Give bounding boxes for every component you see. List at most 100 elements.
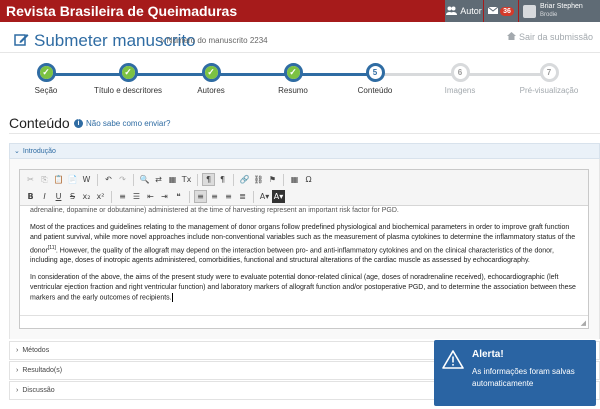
outdent-icon[interactable]: ⇤ [144, 190, 157, 203]
section-title: Conteúdo [9, 115, 70, 131]
accordion-introducao-label: Introdução [22, 147, 56, 155]
user-info: Briar Stephen Brodie [540, 3, 583, 19]
paste-word-icon[interactable]: W [80, 173, 93, 186]
numbered-list-icon[interactable]: ≡ [116, 190, 129, 203]
toolbar-separator [233, 173, 234, 186]
superscript-icon[interactable]: x² [94, 190, 107, 203]
alert-title: Alerta! [472, 349, 504, 360]
redo-icon[interactable]: ↷ [116, 173, 129, 186]
italic-icon[interactable]: I [38, 190, 51, 203]
rich-text-editor: ✂ ⎘ 📋 📄 W ↶ ↷ 🔍 ⇄ ▦ Tx ¶ ¶ 🔗 ⛓ ⚑ ▦ Ω B I U Sx₂ x² ≡ ☰ ⇤ ⇥ ❝ ≡ ≡ ≡ ≣ A▾ A… [19, 169, 589, 329]
user-menu[interactable]: Briar Stephen Brodie [519, 0, 600, 22]
user-subtitle: Brodie [540, 12, 558, 18]
check-icon: ✓ [39, 66, 53, 79]
avatar [523, 4, 536, 18]
chevron-down-icon: ⌄ [14, 148, 20, 155]
step-3[interactable]: ✓ Autores [171, 63, 251, 95]
manuscript-number: » Número do manuscrito 2234 [160, 36, 268, 45]
anchor-icon[interactable]: ⚑ [266, 173, 279, 186]
step-4[interactable]: ✓ Resumo [253, 63, 333, 95]
editor-content[interactable]: adrenaline, dopamine or dobutamine) admi… [30, 206, 578, 314]
subscript-icon[interactable]: x₂ [80, 190, 93, 203]
step-complete-icon: ✓ [283, 63, 303, 82]
messages-button[interactable]: 36 [484, 0, 518, 22]
unlink-icon[interactable]: ⛓ [252, 173, 265, 186]
step-label: Pré-visualização [519, 86, 579, 95]
rtl-icon[interactable]: ¶ [216, 173, 229, 186]
replace-icon[interactable]: ⇄ [152, 173, 165, 186]
step-label: Imagens [444, 86, 476, 95]
find-icon[interactable]: 🔍 [138, 173, 151, 186]
link-icon[interactable]: 🔗 [238, 173, 251, 186]
edit-icon [14, 31, 29, 51]
undo-icon[interactable]: ↶ [102, 173, 115, 186]
paste-icon[interactable]: 📋 [52, 173, 65, 186]
strike-icon[interactable]: S [66, 190, 79, 203]
check-icon: ✓ [204, 66, 218, 79]
accordion-introducao[interactable]: ⌄ Introdução [9, 143, 600, 159]
bg-color-icon[interactable]: A▾ [272, 190, 285, 203]
chevron-right-icon: › [16, 387, 19, 394]
check-icon: ✓ [286, 66, 300, 79]
envelope-icon [487, 6, 499, 16]
cut-icon[interactable]: ✂ [24, 173, 37, 186]
omega-icon[interactable]: Ω [302, 173, 315, 186]
step-complete-icon: ✓ [36, 63, 56, 82]
indent-icon[interactable]: ⇥ [158, 190, 171, 203]
home-icon [507, 32, 516, 42]
step-7: 7 Pré-visualização [509, 63, 589, 95]
paragraph-2: In consideration of the above, the aims … [30, 274, 576, 303]
table-icon[interactable]: ▦ [288, 173, 301, 186]
remove-format-icon[interactable]: Tx [180, 173, 193, 186]
step-label: Título e descritores [93, 86, 163, 95]
brand-title[interactable]: Revista Brasileira de Queimaduras [6, 3, 237, 19]
step-complete-icon: ✓ [118, 63, 138, 82]
accordion-item-label: Métodos [22, 347, 50, 354]
step-complete-icon: ✓ [201, 63, 221, 82]
paste-text-icon[interactable]: 📄 [66, 173, 79, 186]
align-left-icon[interactable]: ≡ [194, 190, 207, 203]
chevron-right-icon: › [16, 347, 19, 354]
step-label: Conteúdo [357, 86, 393, 95]
ltr-icon[interactable]: ¶ [202, 173, 215, 186]
paragraph-1: Most of the practices and guidelines rel… [30, 224, 576, 265]
bold-icon[interactable]: B [24, 190, 37, 203]
toolbar-separator [253, 190, 254, 203]
toolbar-separator [197, 173, 198, 186]
align-right-icon[interactable]: ≡ [222, 190, 235, 203]
underline-icon[interactable]: U [52, 190, 65, 203]
select-all-icon[interactable]: ▦ [166, 173, 179, 186]
toolbar-separator [111, 190, 112, 203]
author-label: Autor [460, 6, 482, 16]
step-2[interactable]: ✓ Título e descritores [88, 63, 168, 95]
exit-submission-link[interactable]: Sair da submissão [507, 32, 593, 42]
users-icon [446, 6, 458, 17]
align-center-icon[interactable]: ≡ [208, 190, 221, 203]
toolbar-row-1: ✂ ⎘ 📋 📄 W ↶ ↷ 🔍 ⇄ ▦ Tx ¶ ¶ 🔗 ⛓ ⚑ ▦ Ω [24, 173, 315, 186]
text-color-icon[interactable]: A▾ [258, 190, 271, 203]
author-button[interactable]: Autor [445, 0, 483, 22]
info-icon: i [74, 119, 83, 128]
step-number: 6 [450, 63, 470, 82]
divider [9, 133, 600, 134]
message-count-badge: 36 [500, 6, 514, 16]
top-navbar: Revista Brasileira de Queimaduras Autor … [0, 0, 600, 22]
align-justify-icon[interactable]: ≣ [236, 190, 249, 203]
resize-handle-icon[interactable]: ◢ [581, 319, 586, 327]
check-icon: ✓ [121, 66, 135, 79]
alert-message: As informações foram salvas automaticame… [472, 367, 575, 388]
warning-icon [442, 350, 464, 374]
copy-icon[interactable]: ⎘ [38, 173, 51, 186]
blockquote-icon[interactable]: ❝ [172, 190, 185, 203]
bullet-list-icon[interactable]: ☰ [130, 190, 143, 203]
help-link[interactable]: i Não sabe como enviar? [74, 119, 171, 128]
step-number: 5 [365, 63, 385, 82]
accordion-item-label: Resultado(s) [22, 367, 63, 374]
toolbar-separator [283, 173, 284, 186]
toolbar-row-2: B I U Sx₂ x² ≡ ☰ ⇤ ⇥ ❝ ≡ ≡ ≡ ≣ A▾ A▾ [24, 190, 285, 203]
step-1[interactable]: ✓ Seção [6, 63, 86, 95]
step-6: 6 Imagens [420, 63, 500, 95]
step-label: Resumo [278, 86, 308, 95]
toolbar-separator [189, 190, 190, 203]
text-cursor [171, 293, 173, 303]
